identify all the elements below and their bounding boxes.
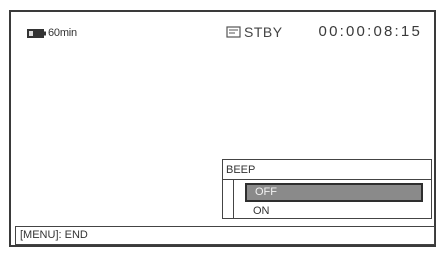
battery-remaining-time: 60min [48,27,77,39]
tape-status-text: STBY [244,24,283,40]
menu-option-off[interactable]: OFF [245,183,423,202]
menu-guide-bar: [MENU]: END [15,226,435,245]
menu-title: BEEP [223,160,431,180]
timecode: 00:00:08:15 [318,23,422,40]
beep-menu: BEEP OFF ON [222,159,432,219]
battery-indicator: 60min [27,27,77,39]
menu-option-list: OFF ON [223,180,431,218]
viewfinder-screen: 60min STBY 00:00:08:15 BEEP OFF ON [MENU… [9,10,436,247]
status-bar: 60min STBY 00:00:08:15 [23,22,422,44]
menu-list-divider [233,180,234,218]
tape-cassette-icon [226,26,242,38]
tape-status-indicator: STBY [226,24,283,40]
menu-option-on[interactable]: ON [245,202,423,221]
battery-icon [27,28,46,38]
